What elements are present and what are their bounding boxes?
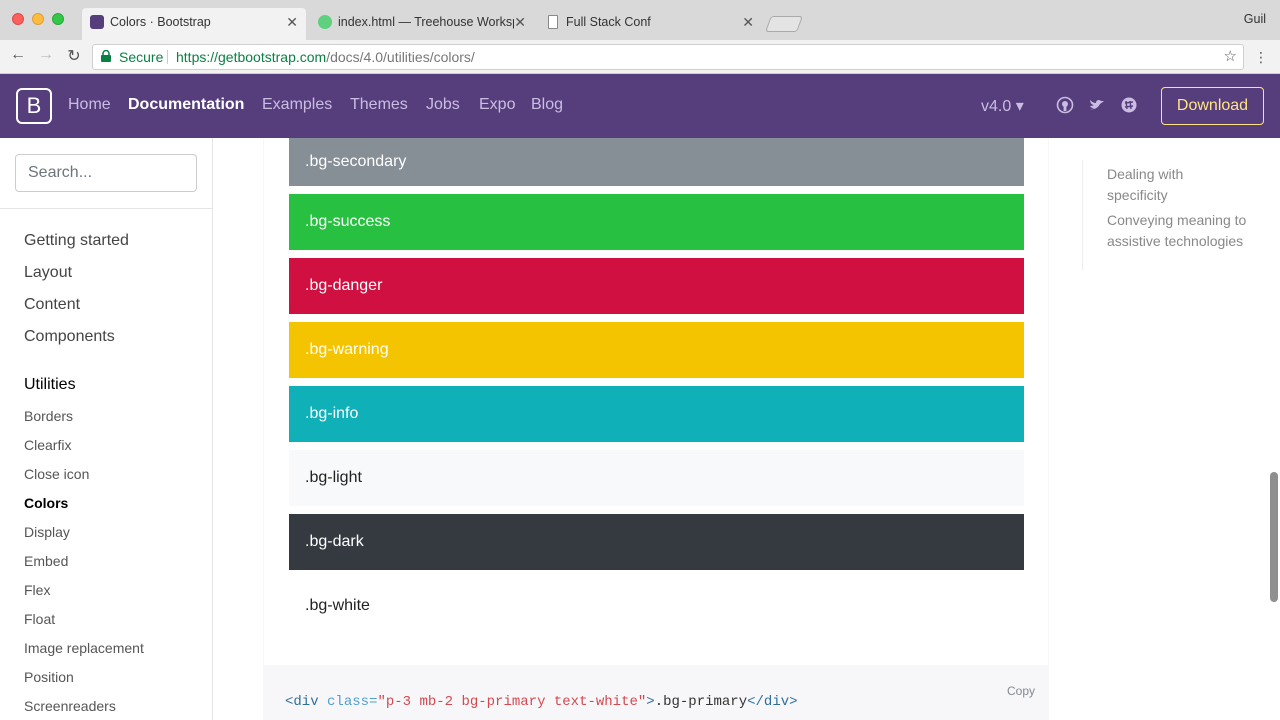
url-divider (167, 50, 168, 64)
sidebar-item-position[interactable]: Position (24, 669, 74, 685)
sidebar-item-clearfix[interactable]: Clearfix (24, 437, 71, 453)
close-tab-icon[interactable]: ✕ (514, 8, 526, 36)
browser-tab-bar: Colors · Bootstrap ✕ index.html — Treeho… (0, 0, 1280, 40)
code-line: <div class="p-3 mb-2 bg-primary text-whi… (285, 694, 798, 710)
tab-colors-bootstrap[interactable]: Colors · Bootstrap ✕ (82, 8, 306, 40)
document-favicon-icon (548, 15, 558, 29)
code-text: .bg-primary (654, 694, 748, 710)
page-scrollbar[interactable] (1270, 472, 1278, 602)
tab-full-stack-conf[interactable]: Full Stack Conf ✕ (538, 8, 762, 40)
minimize-window-button[interactable] (32, 13, 44, 25)
table-of-contents: Dealing with specificity Conveying meani… (1082, 160, 1252, 270)
sidebar-divider (0, 208, 212, 209)
reload-icon[interactable]: ↻ (64, 46, 84, 66)
url-text[interactable]: https://getbootstrap.com/docs/4.0/utilit… (176, 45, 475, 69)
download-button[interactable]: Download (1161, 87, 1264, 125)
nav-documentation[interactable]: Documentation (128, 96, 244, 114)
forward-arrow-icon[interactable]: → (36, 46, 56, 64)
tab-label: Full Stack Conf (566, 15, 651, 29)
sidebar-item-image-replacement[interactable]: Image replacement (24, 640, 144, 656)
github-icon[interactable] (1056, 96, 1074, 114)
code-tag-close: > (646, 694, 655, 710)
slack-icon[interactable] (1120, 96, 1138, 114)
code-tag-open: <div (285, 694, 328, 710)
toc-item-specificity[interactable]: Dealing with specificity (1107, 164, 1247, 206)
swatch-bg-danger: .bg-danger (289, 258, 1024, 314)
nav-themes[interactable]: Themes (350, 96, 408, 114)
sidebar-group-components[interactable]: Components (24, 328, 115, 346)
nav-expo[interactable]: Expo (479, 96, 515, 114)
bookmark-star-icon[interactable]: ☆ (1224, 45, 1237, 69)
bootstrap-favicon-icon (90, 15, 104, 29)
close-tab-icon[interactable]: ✕ (742, 8, 754, 36)
swatch-bg-light: .bg-light (289, 450, 1024, 506)
sidebar-item-embed[interactable]: Embed (24, 553, 68, 569)
sidebar-item-screenreaders[interactable]: Screenreaders (24, 698, 116, 714)
sidebar-group-getting-started[interactable]: Getting started (24, 232, 129, 250)
nav-home[interactable]: Home (68, 96, 111, 114)
sidebar-item-flex[interactable]: Flex (24, 582, 50, 598)
close-tab-icon[interactable]: ✕ (286, 8, 298, 36)
code-attr-value: "p-3 mb-2 bg-primary text-white" (377, 694, 647, 710)
sidebar-item-close-icon[interactable]: Close icon (24, 466, 89, 482)
treehouse-favicon-icon (318, 15, 332, 29)
search-input[interactable] (15, 154, 197, 192)
tab-label: index.html — Treehouse Workspace (338, 15, 514, 29)
sidebar-group-utilities[interactable]: Utilities (24, 376, 76, 394)
profile-name[interactable]: Guil (1244, 12, 1266, 26)
bootstrap-logo[interactable]: B (16, 88, 52, 124)
site-navbar: B Home Documentation Examples Themes Job… (0, 74, 1280, 138)
tab-treehouse-workspace[interactable]: index.html — Treehouse Workspace ✕ (310, 8, 534, 40)
copy-button[interactable]: Copy (1007, 684, 1035, 698)
back-arrow-icon[interactable]: ← (8, 46, 28, 64)
twitter-icon[interactable] (1088, 96, 1106, 114)
nav-jobs[interactable]: Jobs (426, 96, 460, 114)
url-host: https://getbootstrap.com (176, 49, 327, 65)
swatch-bg-success: .bg-success (289, 194, 1024, 250)
swatch-bg-dark: .bg-dark (289, 514, 1024, 570)
docs-sidebar: Getting started Layout Content Component… (0, 138, 213, 720)
code-block: Copy <div class="p-3 mb-2 bg-primary tex… (263, 666, 1049, 720)
browser-menu-icon[interactable]: ⋮ (1254, 49, 1268, 66)
maximize-window-button[interactable] (52, 13, 64, 25)
swatch-bg-info: .bg-info (289, 386, 1024, 442)
new-tab-button[interactable] (765, 16, 803, 32)
sidebar-item-display[interactable]: Display (24, 524, 70, 540)
code-attr-name: class= (327, 694, 378, 710)
address-bar[interactable]: Secure https://getbootstrap.com/docs/4.0… (92, 44, 1244, 70)
nav-examples[interactable]: Examples (262, 96, 332, 114)
sidebar-group-content[interactable]: Content (24, 296, 80, 314)
sidebar-item-borders[interactable]: Borders (24, 408, 73, 424)
sidebar-group-layout[interactable]: Layout (24, 264, 72, 282)
close-window-button[interactable] (12, 13, 24, 25)
url-path: /docs/4.0/utilities/colors/ (326, 49, 475, 65)
nav-blog[interactable]: Blog (531, 96, 563, 114)
swatch-bg-warning: .bg-warning (289, 322, 1024, 378)
toc-item-assistive[interactable]: Conveying meaning to assistive technolog… (1107, 210, 1247, 252)
swatch-bg-white: .bg-white (289, 578, 1024, 634)
code-end-tag: </div> (747, 694, 798, 710)
secure-label: Secure (119, 49, 164, 65)
version-dropdown[interactable]: v4.0 ▾ (981, 96, 1024, 116)
sidebar-item-float[interactable]: Float (24, 611, 55, 627)
lock-icon (101, 50, 111, 62)
tab-label: Colors · Bootstrap (110, 15, 211, 29)
swatch-bg-secondary: .bg-secondary (289, 138, 1024, 186)
sidebar-item-colors[interactable]: Colors (24, 495, 68, 511)
browser-toolbar: ← → ↻ Secure https://getbootstrap.com/do… (0, 40, 1280, 74)
